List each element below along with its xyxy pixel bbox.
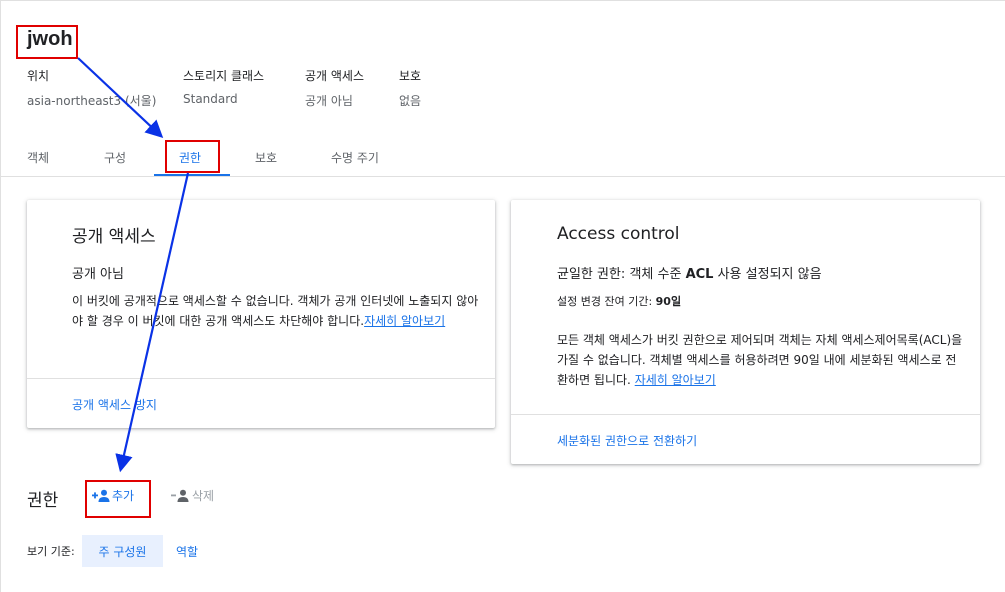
tab-bar: 객체 구성 권한 보호 수명 주기 [0, 140, 1005, 176]
meta-storage-class-label: 스토리지 클래스 [183, 69, 265, 83]
meta-storage-class-value: Standard [183, 92, 238, 106]
public-access-learn-more-link[interactable]: 자세히 알아보기 [364, 314, 445, 328]
annotation-box-add-button [85, 480, 151, 518]
remaining-period-value: 90일 [655, 295, 682, 308]
page-border-top [0, 0, 1005, 1]
public-access-description: 이 버킷에 공개적으로 액세스할 수 없습니다. 객체가 공개 인터넷에 노출되… [72, 291, 482, 331]
prevent-public-access-button[interactable]: 공개 액세스 방지 [72, 396, 157, 413]
view-by-label: 보기 기준: [27, 545, 75, 558]
page-border-left [0, 0, 1, 592]
meta-location-value: asia-northeast3 (서울) [27, 94, 157, 108]
access-control-learn-more-link[interactable]: 자세히 알아보기 [635, 373, 716, 387]
meta-public-access-label: 공개 액세스 [305, 69, 365, 83]
meta-public-access-value: 공개 아님 [305, 94, 353, 108]
public-access-card-divider [27, 378, 495, 379]
annotation-box-bucket-name [16, 25, 78, 59]
remove-principal-button[interactable]: 삭제 [171, 487, 214, 504]
switch-fine-grained-button[interactable]: 세분화된 권한으로 전환하기 [557, 432, 697, 449]
meta-location-label: 위치 [27, 69, 50, 83]
tab-configuration[interactable]: 구성 [104, 149, 126, 166]
access-control-card-title: Access control [557, 224, 680, 244]
meta-protection-value: 없음 [399, 94, 422, 108]
annotation-box-permissions-tab [165, 140, 220, 173]
uniform-access-status: 균일한 권한: 객체 수준 ACL 사용 설정되지 않음 [557, 263, 822, 282]
tab-lifecycle[interactable]: 수명 주기 [331, 149, 379, 166]
access-control-card-divider [511, 414, 980, 415]
remove-principal-label: 삭제 [192, 489, 215, 503]
public-access-card-title: 공개 액세스 [72, 227, 156, 247]
tabs-divider [0, 176, 1005, 177]
remove-person-icon [171, 489, 189, 502]
access-control-description-text: 모든 객체 액세스가 버킷 권한으로 제어되며 객체는 자체 액세스제어목록(A… [557, 333, 963, 387]
tab-protection[interactable]: 보호 [255, 149, 277, 166]
uniform-access-status-prefix: 균일한 권한: 객체 수준 [557, 267, 682, 282]
uniform-access-status-acl: ACL [685, 267, 714, 282]
public-access-status: 공개 아님 [72, 267, 124, 282]
remaining-period-label: 설정 변경 잔여 기간: [557, 295, 653, 308]
public-access-card: 공개 액세스 공개 아님 이 버킷에 공개적으로 액세스할 수 없습니다. 객체… [27, 200, 495, 428]
view-by-principals-button[interactable]: 주 구성원 [82, 535, 163, 567]
meta-protection-label: 보호 [399, 69, 422, 83]
permissions-section-title: 권한 [27, 491, 59, 511]
remaining-period: 설정 변경 잔여 기간: 90일 [557, 292, 681, 312]
access-control-card: Access control 균일한 권한: 객체 수준 ACL 사용 설정되지… [511, 200, 980, 464]
access-control-description: 모든 객체 액세스가 버킷 권한으로 제어되며 객체는 자체 액세스제어목록(A… [557, 330, 965, 390]
view-by-roles-button[interactable]: 역할 [176, 543, 198, 560]
tab-objects[interactable]: 객체 [27, 149, 49, 166]
uniform-access-status-suffix: 사용 설정되지 않음 [717, 267, 822, 282]
